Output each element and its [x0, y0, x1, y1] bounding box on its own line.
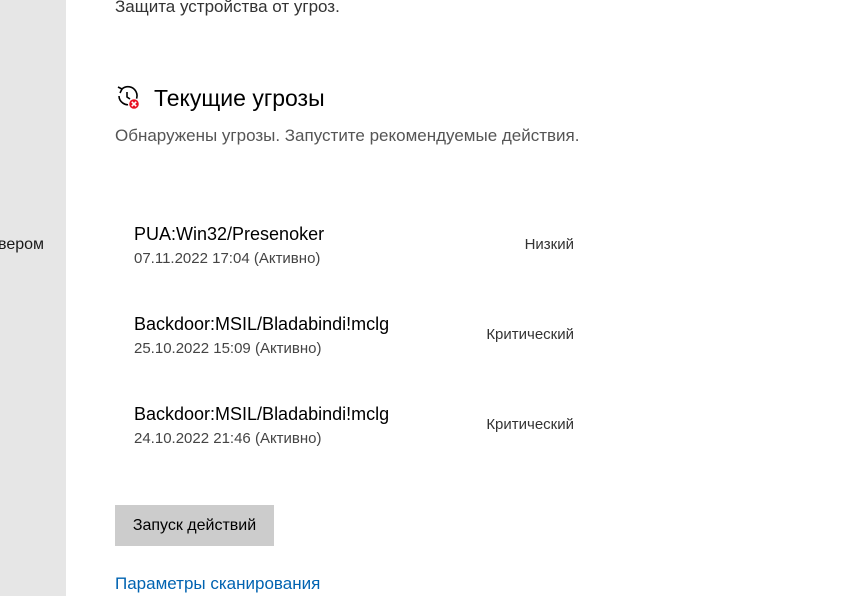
threat-date: 07.11.2022 17:04 (Активно) — [134, 250, 321, 267]
main-content: Защита устройства от угроз. Текущие угро… — [66, 0, 861, 596]
section-title: Текущие угрозы — [154, 84, 325, 111]
threat-name: PUA:Win32/Presenoker — [134, 224, 325, 244]
threat-date: 25.10.2022 15:09 (Активно) — [134, 340, 322, 357]
threat-severity: Критический — [486, 416, 574, 433]
threat-name: Backdoor:MSIL/Bladabindi!mclg — [134, 314, 390, 334]
threat-list: PUA:Win32/Presenoker 07.11.2022 17:04 (А… — [134, 221, 574, 491]
scan-options-link[interactable]: Параметры сканирования — [115, 574, 320, 594]
threat-item[interactable]: PUA:Win32/Presenoker 07.11.2022 17:04 (А… — [134, 221, 574, 311]
threat-date: 24.10.2022 21:46 (Активно) — [134, 430, 322, 447]
current-threats-header: Текущие угрозы — [115, 82, 325, 114]
threat-item[interactable]: Backdoor:MSIL/Bladabindi!mclg 24.10.2022… — [134, 401, 574, 491]
threat-severity: Критический — [486, 326, 574, 343]
threat-severity: Низкий — [524, 236, 574, 253]
sidebar-item-label[interactable]: вером — [0, 236, 44, 254]
threat-name: Backdoor:MSIL/Bladabindi!mclg — [134, 404, 390, 424]
sidebar: вером — [0, 0, 66, 596]
section-description: Обнаружены угрозы. Запустите рекомендуем… — [115, 126, 580, 145]
threat-item[interactable]: Backdoor:MSIL/Bladabindi!mclg 25.10.2022… — [134, 311, 574, 401]
protection-subtitle: Защита устройства от угроз. — [115, 0, 340, 16]
threat-history-icon — [115, 84, 141, 112]
start-actions-button[interactable]: Запуск действий — [115, 505, 274, 546]
